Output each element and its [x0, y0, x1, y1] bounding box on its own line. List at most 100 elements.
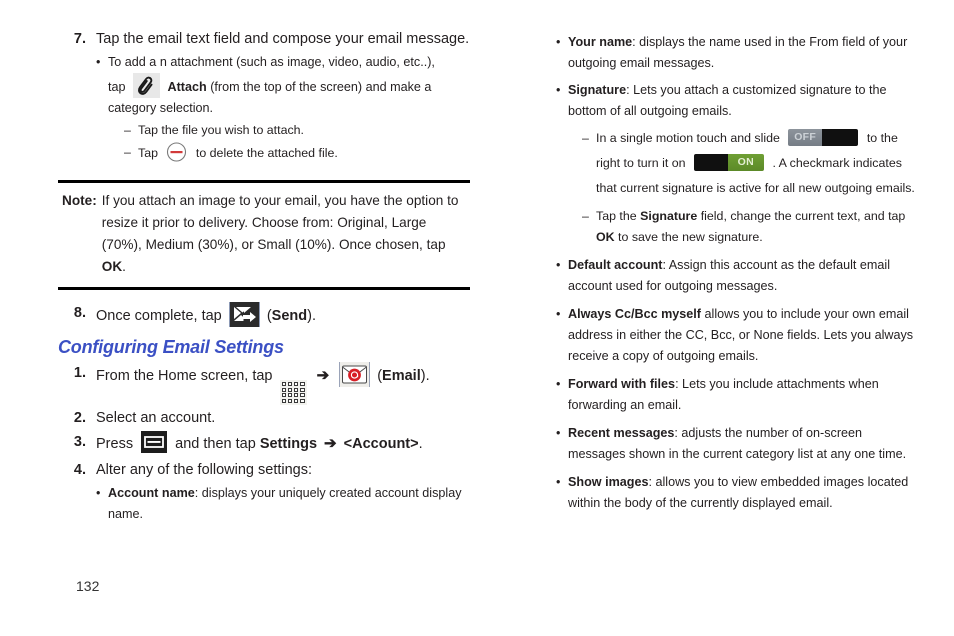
step-3-mid-text: and then tap [175, 435, 256, 452]
bullet-dot: • [96, 55, 101, 69]
step-3-post-text: . [418, 435, 423, 452]
step-3: 3. Press and then tap Settings ➔ <Accoun… [58, 430, 470, 457]
bullet-dot: • [556, 258, 561, 272]
step-2: 2. Select an account. [58, 407, 470, 429]
bullet-dot: • [556, 35, 561, 49]
email-label: Email [382, 368, 421, 384]
step-3-number: 3. [73, 433, 86, 450]
always-ccbcc-term: Always Cc/Bcc myself [568, 307, 702, 321]
dash-mark: – [582, 209, 589, 223]
note-inner: Note: If you attach an image to your ema… [58, 190, 470, 278]
arrow-icon: ➔ [316, 367, 330, 384]
signature-toggle-text: In a single motion touch and slide OFF t… [596, 126, 916, 201]
step-7-dash-2-text: Tap to delete the attached file. [138, 142, 470, 164]
step-1-number: 1. [73, 365, 86, 381]
list-item: • Always Cc/Bcc myself allows you to inc… [556, 304, 916, 367]
paperclip-glyph [138, 76, 153, 95]
note-period: . [122, 259, 126, 274]
list-item: • Default account: Assign this account a… [556, 255, 916, 297]
list-item: • Your name: displays the name used in t… [556, 32, 916, 74]
note-label: Note: [62, 193, 97, 208]
show-images-item: Show images: allows you to view embedded… [568, 472, 916, 514]
note-text: If you attach an image to your email, yo… [102, 190, 470, 278]
email-envelope-icon[interactable] [339, 362, 371, 387]
step-4: 4. Alter any of the following settings: [58, 459, 470, 481]
step-7-dash-1-text: Tap the file you wish to attach. [138, 123, 304, 137]
your-name-item: Your name: displays the name used in the… [568, 32, 916, 74]
section-heading: Configuring Email Settings [58, 337, 284, 357]
dash-mark: – [124, 123, 131, 137]
sig-bold-ok: OK [596, 230, 615, 244]
step-4-text: Alter any of the following settings: [96, 461, 313, 478]
show-images-term: Show images [568, 475, 649, 489]
sig-post-text: to save the new signature. [618, 230, 763, 244]
step-7-dash-2: – Tap to delete the attached file. [124, 142, 470, 164]
dash-mark: – [582, 131, 589, 145]
always-ccbcc-item: Always Cc/Bcc myself allows you to inclu… [568, 304, 916, 367]
step-1-pre-text: From the Home screen, tap [96, 368, 273, 384]
attach-text-part2: tap [108, 80, 126, 94]
delete-post-text: to delete the attached file. [195, 146, 338, 160]
bullet-dot: • [556, 307, 561, 321]
step-2-number: 2. [73, 409, 86, 426]
apps-grid-cells [281, 381, 305, 403]
bullet-dot: • [556, 475, 561, 489]
signature-toggle-off[interactable]: OFF [788, 129, 859, 146]
signature-toggle-on[interactable]: ON [694, 154, 764, 171]
list-item: • Signature: Lets you attach a customize… [556, 80, 916, 122]
your-name-term: Your name [568, 35, 633, 49]
step-8: 8. Once complete, tap (Send). [58, 302, 470, 329]
account-label: <Account> [343, 435, 419, 452]
step-7: 7. Tap the email text field and compose … [58, 28, 470, 50]
step-7-number: 7. [73, 31, 86, 47]
settings-label: Settings [259, 435, 318, 452]
step-3-pre-text: Press [96, 435, 134, 452]
note-box: Note: If you attach an image to your ema… [58, 180, 470, 290]
list-item: • Recent messages: adjusts the number of… [556, 423, 916, 465]
signature-dash-2: – Tap the Signature field, change the cu… [582, 206, 916, 248]
send-envelope-icon[interactable] [228, 302, 260, 327]
toggle-off-label: OFF [788, 129, 822, 146]
recent-messages-term: Recent messages [568, 426, 675, 440]
step-8-number: 8. [73, 305, 86, 321]
email-paren-close: ). [420, 368, 430, 384]
right-column: • Your name: displays the name used in t… [556, 30, 916, 514]
step-1: 1. From the Home screen, tap ➔ (Email). [58, 362, 470, 405]
recent-messages-item: Recent messages: adjusts the number of o… [568, 423, 916, 465]
step-7-bullet-body: To add a n attachment (such as image, vi… [108, 52, 470, 119]
toggle-on-knob [694, 154, 728, 171]
forward-with-files-item: Forward with files: Lets you include att… [568, 374, 916, 416]
email-glyph [342, 365, 368, 384]
step-7-bullet: • To add a n attachment (such as image, … [96, 52, 470, 119]
list-item: • Forward with files: Lets you include a… [556, 374, 916, 416]
delete-pre-text: Tap [138, 146, 158, 160]
account-name-term: Account name [108, 485, 195, 500]
bullet-dot: • [556, 377, 561, 391]
step-4-number: 4. [73, 461, 86, 478]
default-account-term: Default account [568, 258, 663, 272]
default-account-item: Default account: Assign this account as … [568, 255, 916, 297]
minus-circle-icon[interactable] [163, 142, 190, 162]
sig-mid-text: field, change the current text, and tap [700, 209, 906, 223]
paperclip-icon[interactable] [133, 73, 161, 98]
step-7-dash-1: – Tap the file you wish to attach. [124, 120, 470, 141]
document-page: 7. Tap the email text field and compose … [0, 0, 954, 636]
attach-label: Attach [167, 80, 207, 94]
menu-key-icon[interactable] [141, 430, 168, 453]
signature-dash-1: – In a single motion touch and slide OFF… [582, 126, 916, 201]
bullet-dot: • [556, 426, 561, 440]
send-label: Send [271, 308, 308, 324]
step-1-text: From the Home screen, tap ➔ (Email). [96, 362, 470, 405]
apps-grid-icon[interactable] [279, 379, 307, 405]
account-name-bullet: Account name: displays your uniquely cre… [108, 483, 470, 525]
attach-text-part1: To add a n attachment (such as image, vi… [108, 55, 435, 69]
bullet-dot: • [556, 83, 561, 97]
note-body-text: If you attach an image to your email, yo… [101, 193, 459, 252]
step-8-pre-text: Once complete, tap [96, 308, 222, 324]
toggle-pre-text: In a single motion touch and slide [596, 131, 780, 145]
list-item: • Show images: allows you to view embedd… [556, 472, 916, 514]
step-7-text: Tap the email text field and compose you… [96, 31, 470, 47]
signature-item: Signature: Lets you attach a customized … [568, 80, 916, 122]
note-ok-bold: OK [101, 259, 123, 274]
signature-field-text: Tap the Signature field, change the curr… [596, 206, 916, 248]
